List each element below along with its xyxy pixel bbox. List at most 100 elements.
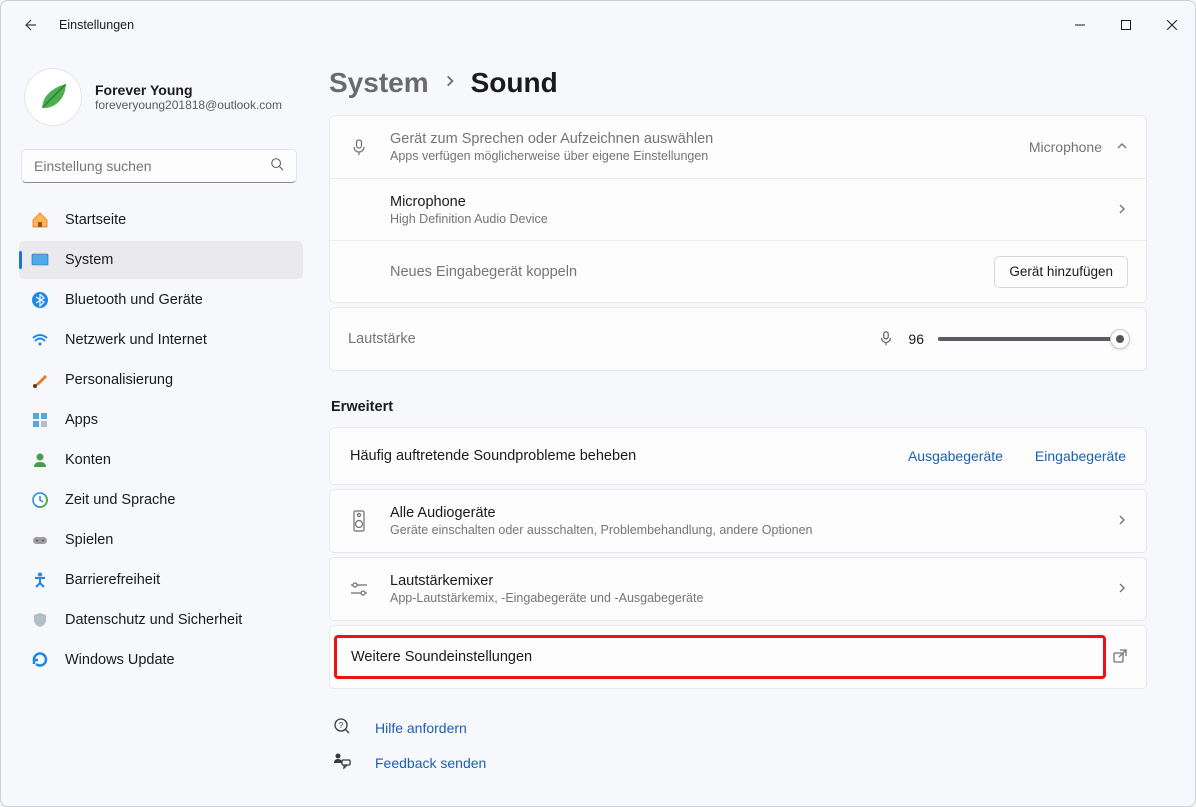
mixer-icon bbox=[348, 581, 370, 597]
sidebar-item-label: Spielen bbox=[65, 532, 113, 548]
sidebar-item-bluetooth[interactable]: Bluetooth und Geräte bbox=[19, 281, 303, 319]
pair-device-row: Neues Eingabegerät koppeln Gerät hinzufü… bbox=[330, 240, 1146, 302]
volume-row: Lautstärke 96 bbox=[330, 308, 1146, 370]
sidebar-item-label: Zeit und Sprache bbox=[65, 492, 175, 508]
breadcrumb-parent[interactable]: System bbox=[329, 67, 429, 99]
maximize-button[interactable] bbox=[1103, 9, 1149, 41]
wifi-icon bbox=[31, 331, 49, 349]
avatar bbox=[25, 69, 81, 125]
feedback-link-row: Feedback senden bbox=[333, 752, 1147, 773]
leaf-icon bbox=[36, 80, 70, 114]
svg-text:?: ? bbox=[339, 721, 344, 730]
troubleshoot-card: Häufig auftretende Soundprobleme beheben… bbox=[329, 427, 1147, 485]
input-header-title: Gerät zum Sprechen oder Aufzeichnen ausw… bbox=[390, 131, 1009, 147]
microphone-icon[interactable] bbox=[878, 330, 894, 349]
apps-icon bbox=[31, 411, 49, 429]
shield-icon bbox=[31, 611, 49, 629]
all-devices-card[interactable]: Alle Audiogeräte Geräte einschalten oder… bbox=[329, 489, 1147, 553]
sidebar-item-label: Apps bbox=[65, 412, 98, 428]
titlebar: Einstellungen bbox=[1, 1, 1195, 49]
person-icon bbox=[31, 451, 49, 469]
sidebar-item-label: Personalisierung bbox=[65, 372, 173, 388]
profile-block[interactable]: Forever Young foreveryoung201818@outlook… bbox=[19, 59, 303, 145]
troubleshoot-title: Häufig auftretende Soundprobleme beheben bbox=[350, 448, 636, 464]
minimize-button[interactable] bbox=[1057, 9, 1103, 41]
sidebar-item-label: Barrierefreiheit bbox=[65, 572, 160, 588]
nav-list: Startseite System Bluetooth und Geräte N… bbox=[19, 201, 303, 679]
input-device-card: Gerät zum Sprechen oder Aufzeichnen ausw… bbox=[329, 115, 1147, 303]
minimize-icon bbox=[1075, 20, 1085, 30]
back-button[interactable] bbox=[19, 15, 39, 35]
sidebar-item-label: Datenschutz und Sicherheit bbox=[65, 612, 242, 628]
app-title: Einstellungen bbox=[59, 18, 134, 32]
microphone-icon bbox=[348, 138, 370, 156]
home-icon bbox=[31, 211, 49, 229]
volume-label: Lautstärke bbox=[348, 331, 858, 347]
more-sound-title: Weitere Soundeinstellungen bbox=[351, 649, 532, 665]
sidebar-item-home[interactable]: Startseite bbox=[19, 201, 303, 239]
accessibility-icon bbox=[31, 571, 49, 589]
mixer-card[interactable]: Lautstärkemixer App-Lautstärkemix, -Eing… bbox=[329, 557, 1147, 621]
main-content: System Sound Gerät zum Sprechen oder Auf… bbox=[311, 49, 1195, 806]
sidebar-item-system[interactable]: System bbox=[19, 241, 303, 279]
speaker-icon bbox=[348, 510, 370, 532]
chevron-right-icon bbox=[1116, 202, 1128, 218]
sidebar-item-update[interactable]: Windows Update bbox=[19, 641, 303, 679]
help-link[interactable]: Hilfe anfordern bbox=[375, 720, 467, 736]
close-icon bbox=[1167, 20, 1177, 30]
more-sound-card[interactable]: Weitere Soundeinstellungen bbox=[329, 625, 1147, 689]
all-devices-sub: Geräte einschalten oder ausschalten, Pro… bbox=[390, 523, 1096, 537]
microphone-device-row[interactable]: Microphone High Definition Audio Device bbox=[330, 178, 1146, 240]
mixer-sub: App-Lautstärkemix, -Eingabegeräte und -A… bbox=[390, 591, 1096, 605]
sidebar-item-time[interactable]: Zeit und Sprache bbox=[19, 481, 303, 519]
arrow-left-icon bbox=[21, 17, 37, 33]
search-input[interactable] bbox=[34, 158, 270, 174]
sidebar: Forever Young foreveryoung201818@outlook… bbox=[1, 49, 311, 806]
sidebar-item-privacy[interactable]: Datenschutz und Sicherheit bbox=[19, 601, 303, 639]
external-link-icon bbox=[1112, 648, 1128, 667]
profile-name: Forever Young bbox=[95, 82, 282, 98]
help-link-row: ? Hilfe anfordern bbox=[333, 717, 1147, 738]
selected-device-label: Microphone bbox=[1029, 139, 1102, 155]
volume-card: Lautstärke 96 bbox=[329, 307, 1147, 371]
sidebar-item-label: Bluetooth und Geräte bbox=[65, 292, 203, 308]
advanced-section-label: Erweitert bbox=[331, 399, 1147, 415]
chevron-right-icon bbox=[443, 74, 457, 93]
sidebar-item-gaming[interactable]: Spielen bbox=[19, 521, 303, 559]
brush-icon bbox=[31, 371, 49, 389]
system-icon bbox=[31, 251, 49, 269]
chevron-up-icon bbox=[1116, 139, 1128, 155]
device-title: Microphone bbox=[390, 194, 1096, 210]
search-box[interactable] bbox=[21, 149, 297, 183]
volume-slider[interactable] bbox=[938, 337, 1128, 341]
sidebar-item-network[interactable]: Netzwerk und Internet bbox=[19, 321, 303, 359]
breadcrumb-current: Sound bbox=[471, 67, 558, 99]
slider-thumb[interactable] bbox=[1110, 329, 1130, 349]
sidebar-item-label: Netzwerk und Internet bbox=[65, 332, 207, 348]
close-button[interactable] bbox=[1149, 9, 1195, 41]
output-devices-link[interactable]: Ausgabegeräte bbox=[908, 448, 1003, 464]
chevron-right-icon bbox=[1116, 581, 1128, 597]
update-icon bbox=[31, 651, 49, 669]
feedback-link[interactable]: Feedback senden bbox=[375, 755, 486, 771]
sidebar-item-accessibility[interactable]: Barrierefreiheit bbox=[19, 561, 303, 599]
volume-value: 96 bbox=[908, 331, 924, 347]
sidebar-item-personalization[interactable]: Personalisierung bbox=[19, 361, 303, 399]
mixer-title: Lautstärkemixer bbox=[390, 573, 1096, 589]
sidebar-item-label: Konten bbox=[65, 452, 111, 468]
input-header-row[interactable]: Gerät zum Sprechen oder Aufzeichnen ausw… bbox=[330, 116, 1146, 178]
device-sub: High Definition Audio Device bbox=[390, 212, 1096, 226]
sidebar-item-label: System bbox=[65, 252, 113, 268]
add-device-button[interactable]: Gerät hinzufügen bbox=[994, 256, 1128, 288]
search-icon bbox=[270, 157, 284, 176]
profile-email: foreveryoung201818@outlook.com bbox=[95, 98, 282, 112]
sidebar-item-apps[interactable]: Apps bbox=[19, 401, 303, 439]
bluetooth-icon bbox=[31, 291, 49, 309]
chevron-right-icon bbox=[1116, 513, 1128, 529]
gamepad-icon bbox=[31, 531, 49, 549]
footer-links: ? Hilfe anfordern Feedback senden bbox=[329, 717, 1147, 773]
maximize-icon bbox=[1121, 20, 1131, 30]
help-icon: ? bbox=[333, 717, 351, 738]
input-devices-link[interactable]: Eingabegeräte bbox=[1035, 448, 1126, 464]
sidebar-item-accounts[interactable]: Konten bbox=[19, 441, 303, 479]
